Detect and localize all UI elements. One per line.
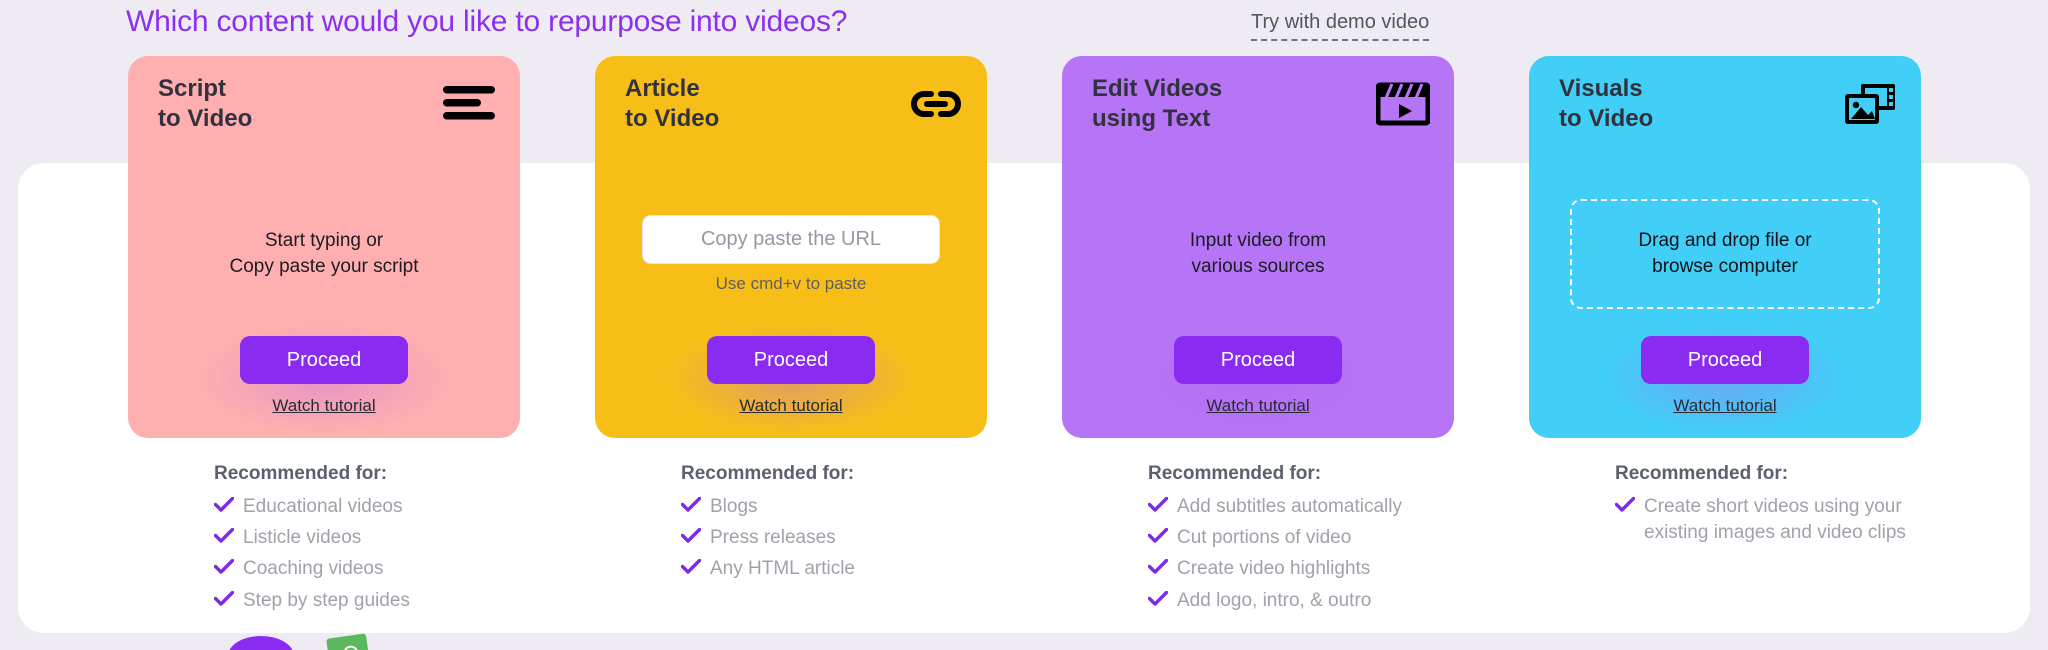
recommended-title: Recommended for: (1615, 463, 1789, 484)
list-item: Add logo, intro, & outro (1148, 588, 1454, 614)
card-column-0: Script to Video Start typing or Copy past… (128, 56, 520, 619)
watch-tutorial-link[interactable]: Watch tutorial (1206, 396, 1309, 416)
check-icon (1148, 559, 1168, 575)
option-card-0[interactable]: Script to Video Start typing or Copy past… (128, 56, 520, 438)
list-item-label: Any HTML article (710, 558, 855, 580)
option-card-3[interactable]: Visuals to Video Drag and drop file or br… (1529, 56, 1921, 438)
card-footer: Proceed Watch tutorial (1529, 324, 1921, 434)
list-item-label: Press releases (710, 527, 836, 549)
list-item: Cut portions of video (1148, 525, 1454, 551)
watch-tutorial-link[interactable]: Watch tutorial (272, 396, 375, 416)
card-title: Visuals to Video (1559, 75, 1654, 132)
card-header: Script to Video (158, 74, 498, 134)
proceed-button[interactable]: Proceed (1641, 336, 1809, 384)
image-stack-icon (1841, 77, 1899, 131)
card-body: Start typing or Copy paste your script (128, 192, 520, 316)
list-item: Listicle videos (214, 525, 520, 551)
card-body: Drag and drop file or browse computer (1529, 192, 1921, 316)
card-column-1: Article to Video Use cmd+v to paste Procee… (595, 56, 987, 588)
card-title: Script to Video (158, 75, 253, 132)
proceed-button[interactable]: Proceed (1174, 336, 1342, 384)
option-card-1[interactable]: Article to Video Use cmd+v to paste Procee… (595, 56, 987, 438)
list-item-label: Add subtitles automatically (1177, 496, 1402, 517)
list-item-label: Cut portions of video (1177, 527, 1352, 549)
text-lines-icon (440, 77, 498, 131)
list-item: Any HTML article (681, 556, 987, 582)
card-body: Input video from various sources (1062, 192, 1454, 316)
list-item-label: Coaching videos (243, 558, 384, 580)
check-icon (1148, 590, 1168, 607)
list-item: Create video highlights (1148, 556, 1454, 582)
recommended-list: Recommended for: Educational videos Listic… (128, 463, 520, 614)
card-caption: Input video from various sources (1189, 230, 1327, 277)
proceed-button[interactable]: Proceed (707, 336, 875, 384)
card-body: Use cmd+v to paste (595, 192, 987, 316)
recommended-list: Recommended for: Add subtitles automatica… (1062, 463, 1454, 614)
recommended-title: Recommended for: (681, 463, 855, 484)
card-column-2: Edit Videos using Text Input video from v… (1062, 56, 1454, 619)
option-card-2[interactable]: Edit Videos using Text Input video from v… (1062, 56, 1454, 438)
card-footer: Proceed Watch tutorial (595, 324, 987, 434)
url-input-hint: Use cmd+v to paste (715, 273, 867, 293)
list-item-label: Create short videos using your existing … (1644, 496, 1906, 544)
list-item: Add subtitles automatically (1148, 494, 1454, 520)
clapperboard-play-icon (1374, 77, 1432, 131)
check-icon (681, 528, 701, 544)
check-icon (1148, 528, 1168, 544)
recommended-list: Recommended for: Blogs Press releases Any H… (595, 463, 987, 583)
check-icon (214, 559, 234, 575)
card-caption: Start typing or Copy paste your script (229, 230, 419, 277)
file-dropzone[interactable]: Drag and drop file or browse computer (1570, 199, 1880, 309)
list-item: Step by step guides (214, 588, 520, 614)
url-input-group: Use cmd+v to paste (595, 214, 987, 294)
list-item-label: Blogs (710, 496, 758, 517)
recommended-list: Recommended for: Create short videos usin… (1529, 463, 1921, 546)
card-header: Edit Videos using Text (1092, 74, 1432, 134)
check-icon (1615, 497, 1635, 513)
list-item-label: Educational videos (243, 496, 403, 517)
card-title: Article to Video (625, 75, 720, 132)
list-item: Educational videos (214, 494, 520, 520)
check-icon (214, 497, 234, 513)
card-title: Edit Videos using Text (1092, 75, 1223, 132)
card-column-3: Visuals to Video Drag and drop file or br… (1529, 56, 1921, 551)
link-chain-icon (907, 77, 965, 131)
recommended-title: Recommended for: (214, 463, 388, 484)
list-item: Create short videos using your existing … (1615, 494, 1921, 546)
url-input[interactable] (642, 214, 940, 264)
check-icon (681, 559, 701, 575)
watch-tutorial-link[interactable]: Watch tutorial (739, 396, 842, 416)
list-item-label: Add logo, intro, & outro (1177, 589, 1372, 611)
recommended-title: Recommended for: (1148, 463, 1322, 484)
check-icon (214, 590, 234, 607)
card-footer: Proceed Watch tutorial (128, 324, 520, 434)
card-header: Visuals to Video (1559, 74, 1899, 134)
list-item-label: Listicle videos (243, 527, 362, 549)
list-item: Press releases (681, 525, 987, 551)
list-item: Blogs (681, 494, 987, 520)
check-icon (681, 497, 701, 513)
card-header: Article to Video (625, 74, 965, 134)
proceed-button[interactable]: Proceed (240, 336, 408, 384)
check-icon (214, 528, 234, 544)
list-item-label: Create video highlights (1177, 558, 1371, 580)
card-grid: Script to Video Start typing or Copy past… (0, 0, 2048, 650)
list-item-label: Step by step guides (243, 589, 410, 611)
card-footer: Proceed Watch tutorial (1062, 324, 1454, 434)
watch-tutorial-link[interactable]: Watch tutorial (1673, 396, 1776, 416)
list-item: Coaching videos (214, 556, 520, 582)
check-icon (1148, 497, 1168, 513)
